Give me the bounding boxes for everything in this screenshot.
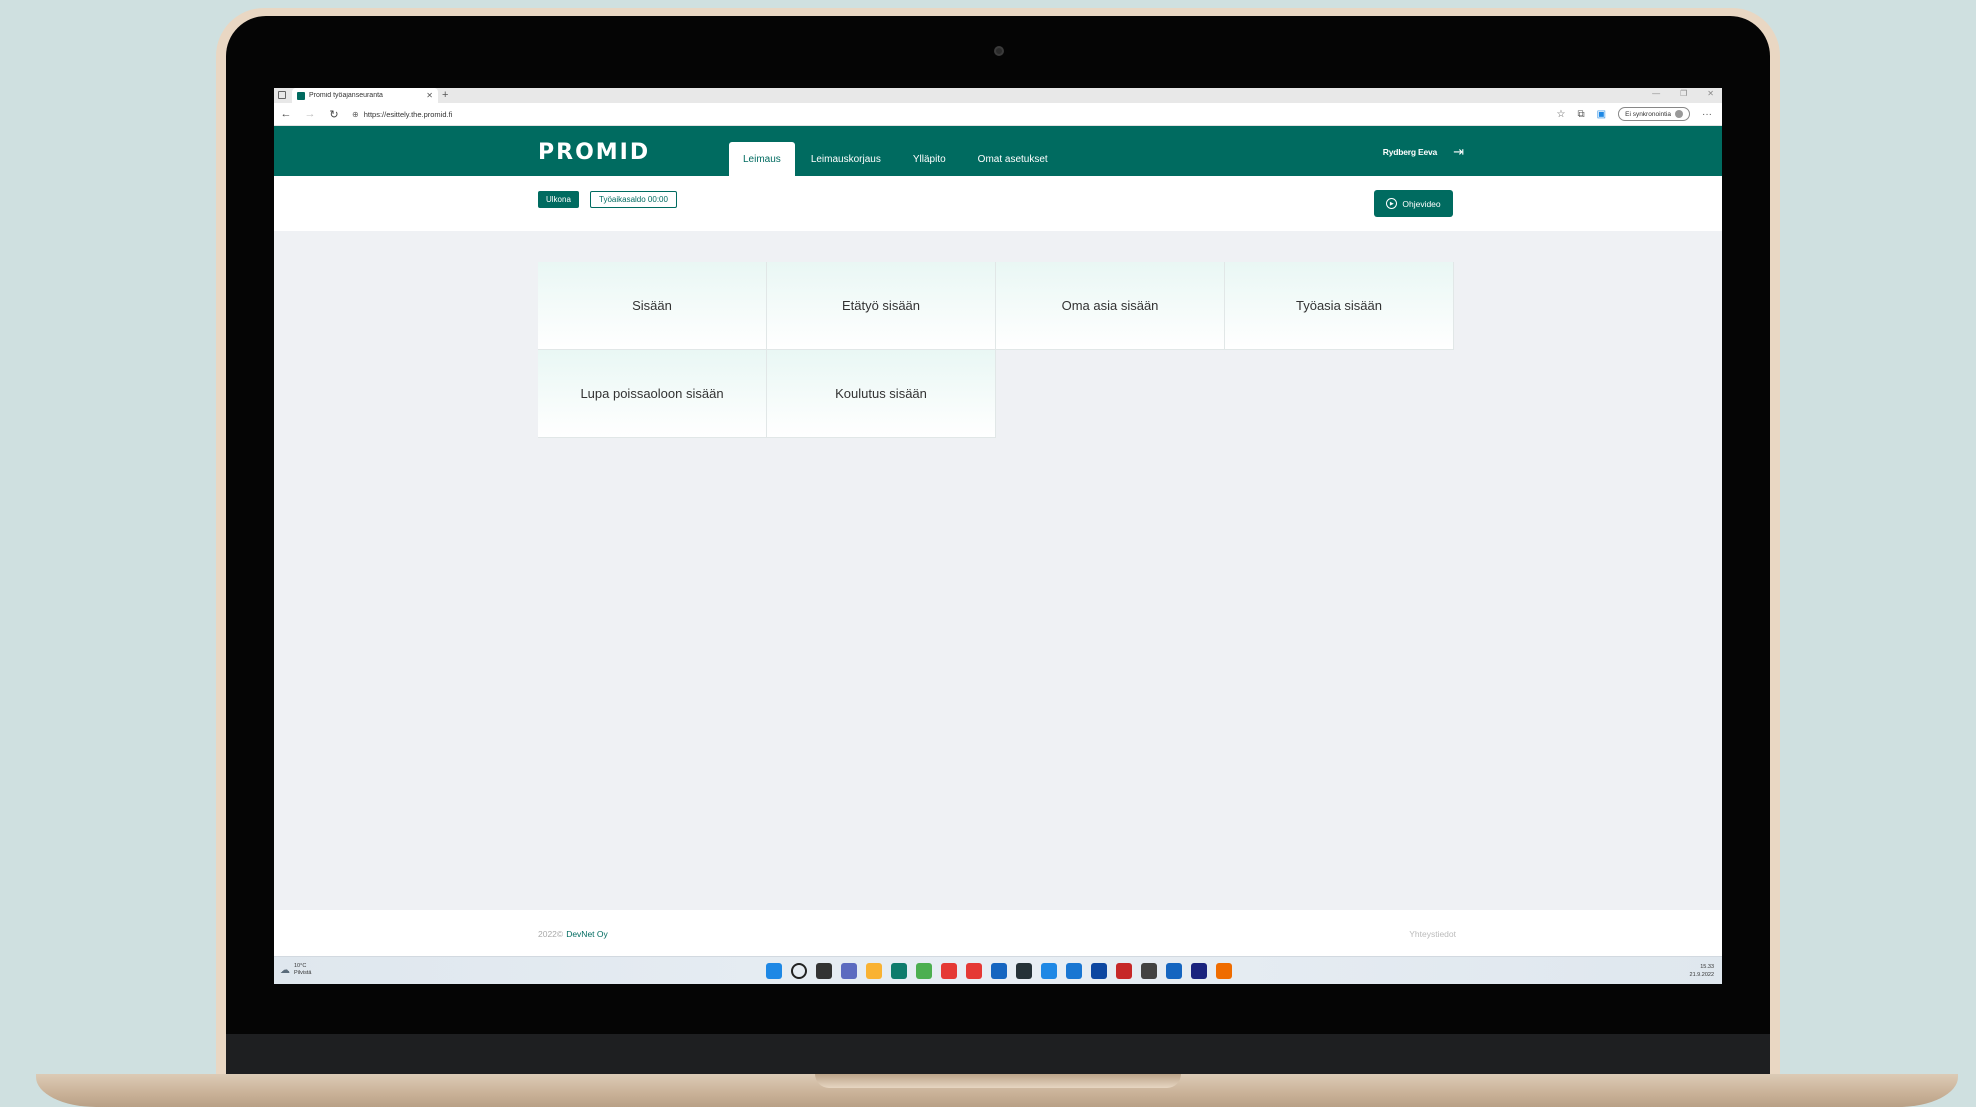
taskbar-app-icon[interactable] xyxy=(766,963,782,979)
tile-etatyo-sisaan[interactable]: Etätyö sisään xyxy=(767,262,996,350)
user-area: Rydberg Eeva ⇥ xyxy=(1383,144,1464,160)
app-header: PROMID Leimaus Leimauskorjaus Ylläpito O… xyxy=(274,126,1722,176)
clock-date: 21.9.2022 xyxy=(1689,972,1714,978)
profile-avatar xyxy=(1675,110,1683,118)
tile-koulutus-sisaan[interactable]: Koulutus sisään xyxy=(767,350,996,438)
status-bar: Ulkona Työaikasaldo 00:00 ▶ Ohjevideo xyxy=(274,176,1722,231)
help-video-label: Ohjevideo xyxy=(1402,198,1441,209)
main-nav: Leimaus Leimauskorjaus Ylläpito Omat ase… xyxy=(729,142,1064,176)
url-text: https://esittely.the.promid.fi xyxy=(363,109,453,119)
taskbar-app-icon[interactable] xyxy=(1216,963,1232,979)
help-video-button[interactable]: ▶ Ohjevideo xyxy=(1374,190,1453,217)
cloud-icon: ☁ xyxy=(280,964,290,976)
stamp-options: Sisään Etätyö sisään Oma asia sisään Työ… xyxy=(538,262,1454,438)
window-controls: — ❐ ✕ xyxy=(1652,89,1714,98)
taskbar-app-icon[interactable] xyxy=(841,963,857,979)
taskbar-app-icon[interactable] xyxy=(916,963,932,979)
nav-tab-omat-asetukset[interactable]: Omat asetukset xyxy=(962,142,1064,176)
browser-tabbar: Promid työajanseuranta ✕ + — ❐ ✕ xyxy=(274,88,1722,103)
taskbar-apps xyxy=(766,963,1232,979)
close-tab-icon[interactable]: ✕ xyxy=(426,91,433,100)
temperature: 10°C xyxy=(294,963,307,969)
laptop-hinge xyxy=(815,1074,1181,1088)
nav-tab-leimauskorjaus[interactable]: Leimauskorjaus xyxy=(795,142,897,176)
taskbar-app-icon[interactable] xyxy=(1116,963,1132,979)
tile-oma-asia-sisaan[interactable]: Oma asia sisään xyxy=(996,262,1225,350)
taskbar-app-icon[interactable] xyxy=(866,963,882,979)
company-link[interactable]: DevNet Oy xyxy=(566,929,608,939)
address-bar: ← → ↻ ⊕ https://esittely.the.promid.fi ☆… xyxy=(274,103,1722,126)
tile-lupa-poissaoloon-sisaan[interactable]: Lupa poissaoloon sisään xyxy=(538,350,767,438)
favorite-icon[interactable]: ☆ xyxy=(1557,109,1566,120)
close-window-icon[interactable]: ✕ xyxy=(1707,89,1714,98)
sync-button[interactable]: Ei synkronointia xyxy=(1618,107,1690,121)
url-field[interactable]: ⊕ https://esittely.the.promid.fi xyxy=(352,110,1557,119)
new-tab-icon[interactable]: + xyxy=(442,88,448,102)
screen: Promid työajanseuranta ✕ + — ❐ ✕ ← → ↻ ⊕… xyxy=(274,88,1722,984)
nav-tab-yllapito[interactable]: Ylläpito xyxy=(897,142,962,176)
taskbar-app-icon[interactable] xyxy=(1166,963,1182,979)
browser-tab[interactable]: Promid työajanseuranta ✕ xyxy=(292,88,438,103)
balance-badge: Työaikasaldo 00:00 xyxy=(590,191,677,208)
browser-toolbar: ☆ ⧉ ▣ Ei synkronointia ··· xyxy=(1557,107,1712,121)
taskbar-app-icon[interactable] xyxy=(1016,963,1032,979)
taskbar-app-icon[interactable] xyxy=(966,963,982,979)
nav-tab-leimaus[interactable]: Leimaus xyxy=(729,142,795,176)
taskbar-app-icon[interactable] xyxy=(816,963,832,979)
laptop-bezel-bottom xyxy=(226,1034,1770,1076)
back-icon[interactable]: ← xyxy=(274,108,298,120)
clock[interactable]: 15.33 21.9.2022 xyxy=(1690,963,1714,979)
forward-icon[interactable]: → xyxy=(298,108,322,120)
weather-text: 10°C Pilvistä xyxy=(294,963,311,977)
tile-sisaan[interactable]: Sisään xyxy=(538,262,767,350)
promid-logo[interactable]: PROMID xyxy=(538,140,650,165)
extensions-icon[interactable]: ▣ xyxy=(1597,109,1606,120)
taskbar-app-icon[interactable] xyxy=(941,963,957,979)
taskbar-app-icon[interactable] xyxy=(1191,963,1207,979)
copyright-year: 2022© xyxy=(538,929,564,939)
minimize-icon[interactable]: — xyxy=(1652,89,1660,98)
favicon-icon xyxy=(297,91,305,100)
taskbar-app-icon[interactable] xyxy=(1091,963,1107,979)
more-icon[interactable]: ··· xyxy=(1702,109,1712,120)
taskbar-app-icon[interactable] xyxy=(1041,963,1057,979)
logout-icon[interactable]: ⇥ xyxy=(1453,144,1464,160)
taskbar-app-icon[interactable] xyxy=(891,963,907,979)
taskbar-app-icon[interactable] xyxy=(791,963,807,979)
taskbar-app-icon[interactable] xyxy=(1066,963,1082,979)
taskbar-app-icon[interactable] xyxy=(991,963,1007,979)
clock-time: 15.33 xyxy=(1700,964,1714,970)
footer: 2022© DevNet Oy Yhteystiedot xyxy=(274,910,1722,956)
tab-actions-icon[interactable] xyxy=(278,91,286,99)
copyright: 2022© DevNet Oy xyxy=(538,929,608,939)
play-icon: ▶ xyxy=(1386,198,1398,209)
tab-title: Promid työajanseuranta xyxy=(309,92,383,99)
sync-label: Ei synkronointia xyxy=(1625,110,1671,118)
camera xyxy=(994,46,1004,56)
site-info-icon[interactable]: ⊕ xyxy=(352,110,359,119)
taskbar: ☁ 10°C Pilvistä 15.33 21.9.2022 xyxy=(274,956,1722,984)
weather-widget[interactable]: ☁ 10°C Pilvistä xyxy=(280,963,311,977)
contact-link[interactable]: Yhteystiedot xyxy=(1409,929,1456,939)
presence-badge: Ulkona xyxy=(538,191,579,208)
reload-icon[interactable]: ↻ xyxy=(322,108,346,121)
user-name[interactable]: Rydberg Eeva xyxy=(1383,147,1437,157)
weather-condition: Pilvistä xyxy=(294,970,312,976)
tile-tyoasia-sisaan[interactable]: Työasia sisään xyxy=(1225,262,1454,350)
restore-icon[interactable]: ❐ xyxy=(1680,89,1687,98)
taskbar-app-icon[interactable] xyxy=(1141,963,1157,979)
collections-icon[interactable]: ⧉ xyxy=(1578,109,1585,120)
